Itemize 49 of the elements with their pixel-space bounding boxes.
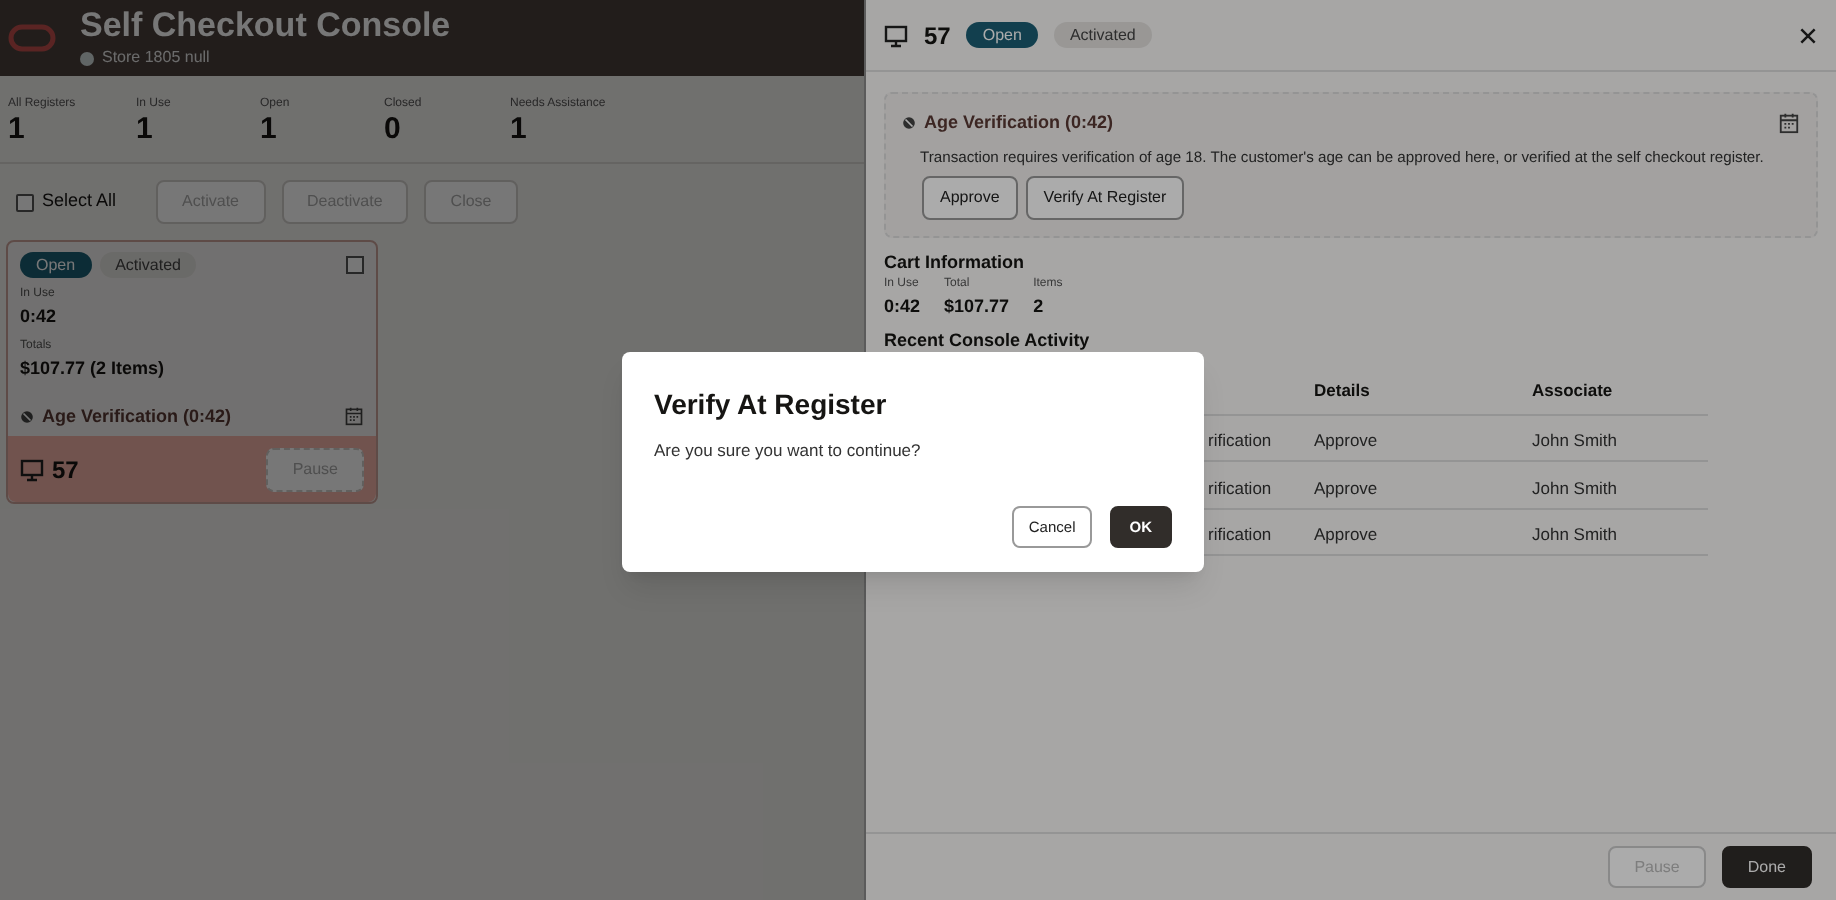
button[interactable]: Done [1721, 846, 1812, 888]
table-cell: John Smith [1532, 430, 1618, 451]
dialog-title: Verify At Register [654, 386, 889, 424]
dialog-message: Are you sure you want to continue? [654, 438, 923, 464]
register-number: 57 [924, 19, 951, 53]
field-value: 0:42 [884, 294, 921, 321]
field-value: $107.77 [944, 294, 1010, 321]
calendar-icon [1778, 112, 1800, 135]
table-cell: Approve [1314, 430, 1378, 451]
blocked-icon [20, 409, 34, 424]
checkbox[interactable] [346, 256, 364, 274]
section-title: Cart Information [884, 249, 1027, 276]
monitor-icon [884, 23, 908, 47]
table-cell: rification [1208, 477, 1272, 498]
section-title: Recent Console Activity [884, 329, 1092, 350]
monitor-icon [20, 457, 44, 481]
checkbox-label: Select All [42, 188, 117, 215]
stat-value: 1 [260, 114, 279, 146]
alert-title: Age Verification (0:42) [924, 110, 1116, 136]
stat-value: 1 [136, 114, 155, 146]
table-cell: Approve [1314, 477, 1378, 498]
button[interactable]: Approve [922, 175, 1018, 220]
store-label: Store 1805 null [102, 46, 210, 70]
stat-value: 1 [8, 114, 27, 146]
stat-value: 1 [510, 114, 529, 146]
table-cell: rification [1208, 430, 1272, 451]
table-cell: John Smith [1532, 524, 1618, 545]
stat-value: 0 [384, 114, 403, 146]
app-title: Self Checkout Console [80, 6, 451, 46]
status-badge: Open [20, 252, 92, 278]
field-value: 2 [1033, 294, 1046, 321]
field-value: 0:42 [20, 304, 59, 330]
calendar-icon [344, 406, 364, 427]
table-cell: rification [1208, 524, 1272, 545]
status-badge: Open [966, 22, 1038, 48]
table-cell: John Smith [1532, 477, 1618, 498]
checkbox[interactable] [16, 193, 34, 211]
status-badge: Activated [99, 252, 197, 278]
register-number: 57 [52, 453, 81, 487]
button[interactable]: Verify At Register [1025, 175, 1185, 220]
alert-title: Age Verification (0:42) [42, 403, 234, 430]
close-icon[interactable] [1798, 25, 1818, 45]
table-cell: Approve [1314, 524, 1378, 545]
column-header: Associate [1532, 378, 1615, 404]
status-badge: Activated [1053, 22, 1152, 48]
logo-icon [8, 24, 56, 52]
blocked-icon [902, 116, 916, 131]
field-value: $107.77 (2 Items) [20, 355, 167, 382]
column-header: Details [1314, 378, 1372, 404]
